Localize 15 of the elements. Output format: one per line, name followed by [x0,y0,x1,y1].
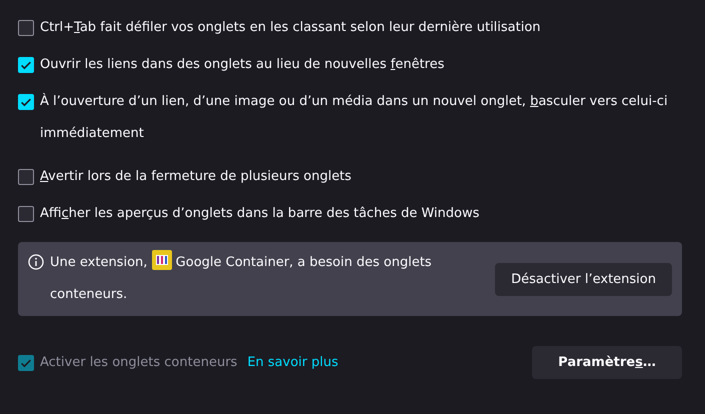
checkbox[interactable] [18,206,34,222]
option-label: Ouvrir les liens dans des onglets au lieu de nouvelles fenêtres [40,56,444,74]
notice-message: Une extension, Google Container, a besoin des onglets conteneurs. [50,247,470,311]
extension-icon [152,250,172,270]
option-label: Activer les onglets conteneurs [40,354,238,372]
info-icon [28,254,44,270]
option-label: Avertir lors de la fermeture de plusieurs onglets [40,168,352,186]
checkbox[interactable] [18,169,34,185]
option-label: Ctrl+Tab fait défiler vos onglets en les classant selon leur dernière utilisation [40,19,541,37]
disable-extension-button[interactable]: Désactiver l’extension [495,262,672,296]
checkbox[interactable] [18,57,34,73]
checkbox[interactable] [18,94,34,110]
option-label: À l’ouverture d’un lien, d’une image ou d’un média dans un nouvel onglet, basculer vers celui-ci immédiatement [40,92,669,143]
checkbox[interactable] [18,20,34,36]
option-label: Afficher les aperçus d’onglets dans la barre des tâches de Windows [40,205,480,223]
